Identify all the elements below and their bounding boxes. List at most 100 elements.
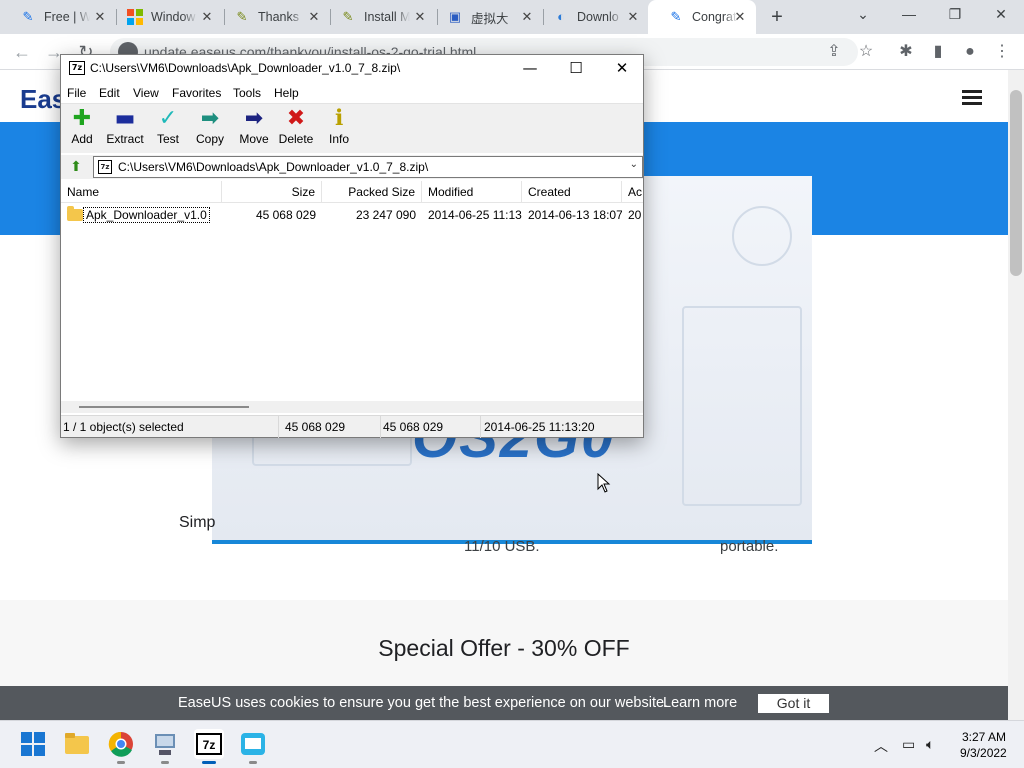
- menu-tools[interactable]: Tools: [233, 86, 261, 100]
- move-button[interactable]: ➡ Move: [237, 106, 271, 152]
- browser-tab-2[interactable]: Window ✕: [107, 0, 223, 34]
- chevron-down-icon[interactable]: ⌄: [630, 159, 638, 170]
- column-header-packed-size[interactable]: Packed Size: [322, 181, 422, 203]
- side-panel-icon[interactable]: ▮: [926, 40, 950, 64]
- tab-search-button[interactable]: ⌄: [840, 0, 886, 30]
- browser-minimize-button[interactable]: —: [886, 0, 932, 30]
- browser-tab-4[interactable]: ✎ Install M ✕: [320, 0, 436, 34]
- page-scrollbar-thumb[interactable]: [1010, 90, 1022, 276]
- column-header-created[interactable]: Created: [522, 181, 622, 203]
- address-bar-row: ⬆ 7z C:\Users\VM6\Downloads\Apk_Download…: [61, 155, 643, 179]
- file-list: Name Size Packed Size Modified Created A…: [61, 181, 643, 413]
- browser-tab-1[interactable]: ✎ Free | W ✕: [0, 0, 116, 34]
- column-header-size[interactable]: Size: [222, 181, 322, 203]
- menu-help[interactable]: Help: [274, 86, 299, 100]
- profile-avatar-icon[interactable]: ●: [958, 40, 982, 64]
- taskbar-vm-app[interactable]: [150, 729, 180, 764]
- windows-icon: [127, 9, 143, 25]
- feature-text: Simp: [179, 514, 216, 531]
- browser-tab-6[interactable]: ◐ Downlo ✕: [533, 0, 649, 34]
- extensions-icon[interactable]: ✱: [894, 40, 918, 64]
- share-icon[interactable]: ⇪: [822, 40, 846, 64]
- copy-button[interactable]: ➡ Copy: [194, 106, 226, 152]
- menu-file[interactable]: File: [67, 86, 86, 100]
- file-explorer-icon: [65, 733, 89, 754]
- delete-x-icon: ✖: [286, 106, 306, 131]
- close-icon[interactable]: ✕: [92, 9, 108, 25]
- plus-icon: ✚: [72, 106, 92, 131]
- volume-icon[interactable]: 🔈︎: [926, 736, 934, 753]
- taskbar-sevenzip[interactable]: 7z: [194, 729, 224, 764]
- menu-edit[interactable]: Edit: [99, 86, 120, 100]
- network-icon[interactable]: ▭: [902, 736, 915, 753]
- browser-close-button[interactable]: ✕: [978, 0, 1024, 30]
- path-combobox[interactable]: 7z C:\Users\VM6\Downloads\Apk_Downloader…: [93, 156, 643, 178]
- row-name[interactable]: Apk_Downloader_v1.0: [83, 205, 222, 225]
- menu-bar: File Edit View Favorites Tools Help: [61, 83, 643, 103]
- column-header-name[interactable]: Name: [61, 181, 222, 203]
- horizontal-scrollbar[interactable]: [61, 401, 643, 413]
- taskbar: 7z ︿ ▭ 🔈︎ 3:27 AM 9/3/2022: [0, 720, 1024, 768]
- browser-tab-5[interactable]: ▣ 虚拟大 ✕: [427, 0, 543, 34]
- sevenzip-app-icon[interactable]: 7z: [69, 61, 85, 75]
- tab-label: 虚拟大: [471, 11, 509, 26]
- back-button[interactable]: ←: [10, 40, 34, 64]
- delete-button[interactable]: ✖ Delete: [277, 106, 315, 152]
- copy-arrow-icon: ➡: [200, 106, 220, 131]
- taskbar-os2go[interactable]: [238, 729, 268, 764]
- add-button[interactable]: ✚ Add: [67, 106, 97, 152]
- hamburger-menu-icon[interactable]: [962, 90, 982, 108]
- row-size: 45 068 029: [255, 208, 316, 222]
- edge-icon: ◐: [557, 9, 565, 24]
- sevenzip-window: 7z C:\Users\VM6\Downloads\Apk_Downloader…: [60, 54, 644, 438]
- running-indicator: [249, 761, 257, 764]
- close-icon[interactable]: ✕: [412, 9, 428, 25]
- tab-label: Free | W: [44, 10, 90, 24]
- running-indicator: [202, 761, 216, 764]
- close-icon[interactable]: ✕: [625, 9, 641, 25]
- folder-icon: [67, 206, 83, 221]
- tab-label: Install M: [364, 10, 410, 24]
- table-row[interactable]: Apk_Downloader_v1.0 45 068 029 23 247 09…: [61, 205, 643, 225]
- more-menu-icon[interactable]: ⋮: [990, 40, 1014, 64]
- browser-restore-button[interactable]: ❐: [932, 0, 978, 30]
- browser-tab-3[interactable]: ✎ Thanks ✕: [214, 0, 330, 34]
- minimize-button[interactable]: —: [507, 55, 553, 83]
- extract-button[interactable]: ▬ Extract: [104, 106, 146, 152]
- running-indicator: [117, 761, 125, 764]
- start-button[interactable]: [18, 729, 48, 759]
- info-icon: ℹ: [334, 106, 344, 131]
- close-icon[interactable]: ✕: [199, 9, 215, 25]
- taskbar-chrome[interactable]: [106, 729, 136, 764]
- clock-time[interactable]: 3:27 AM: [962, 730, 1006, 744]
- info-button[interactable]: ℹ Info: [325, 106, 353, 152]
- browser-tab-strip: ✎ Free | W ✕ Window ✕ ✎ Thanks ✕ ✎ Insta…: [0, 0, 1024, 34]
- menu-favorites[interactable]: Favorites: [172, 86, 221, 100]
- up-folder-icon[interactable]: ⬆: [67, 158, 85, 176]
- menu-view[interactable]: View: [133, 86, 159, 100]
- test-button[interactable]: ✓ Test: [153, 106, 183, 152]
- feature-text: portable.: [720, 538, 779, 555]
- offer-heading: Special Offer - 30% OFF: [378, 635, 630, 661]
- scrollbar-thumb[interactable]: [79, 406, 249, 408]
- feature-text: 11/10 USB.: [464, 538, 540, 555]
- row-created: 2014-06-13 18:07: [528, 208, 622, 222]
- column-header-modified[interactable]: Modified: [422, 181, 522, 203]
- maximize-button[interactable]: ☐: [553, 55, 599, 83]
- got-it-button[interactable]: Got it: [758, 694, 829, 713]
- learn-more-link[interactable]: Learn more: [663, 695, 737, 711]
- bookmark-star-icon[interactable]: ☆: [854, 40, 878, 64]
- window-title-bar[interactable]: 7z C:\Users\VM6\Downloads\Apk_Downloader…: [61, 55, 643, 83]
- easeus-icon: ✎: [670, 9, 682, 24]
- new-tab-button[interactable]: +: [766, 6, 788, 28]
- sevenzip-toolbar: ✚ Add ▬ Extract ✓ Test ➡ Copy ➡ Move ✖ D…: [61, 103, 643, 153]
- taskbar-file-explorer[interactable]: [62, 729, 92, 759]
- close-button[interactable]: ✕: [599, 55, 645, 83]
- browser-tab-7-active[interactable]: ✎ Congrat ✕: [648, 0, 756, 34]
- clock-date[interactable]: 9/3/2022: [960, 746, 1007, 760]
- path-text[interactable]: C:\Users\VM6\Downloads\Apk_Downloader_v1…: [118, 160, 428, 174]
- chevron-up-icon[interactable]: ︿: [874, 736, 888, 756]
- close-icon[interactable]: ✕: [732, 9, 748, 25]
- status-size: 45 068 029: [283, 416, 381, 438]
- column-header-accessed[interactable]: Ac: [622, 181, 643, 203]
